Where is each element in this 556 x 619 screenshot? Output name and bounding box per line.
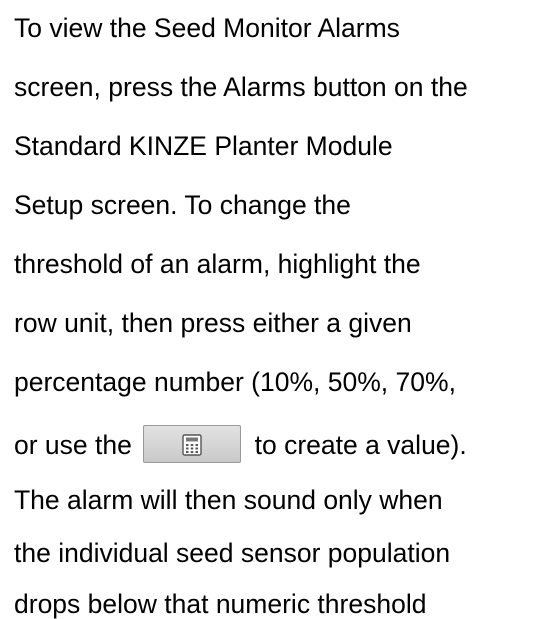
text-fragment: to create a value). [254, 430, 467, 460]
text-line: screen, press the Alarms button on the [14, 72, 468, 102]
text-line: The alarm will then sound only when [14, 485, 443, 515]
text-line-with-button: or use the to create a value). [14, 425, 467, 463]
text-line: percentage number (10%, 50%, 70%, [14, 367, 456, 397]
calculator-icon [182, 434, 202, 456]
text-line: To view the Seed Monitor Alarms [14, 13, 400, 43]
text-line: Setup screen. To change the [14, 190, 351, 220]
calculator-button[interactable] [143, 425, 242, 463]
text-line: threshold of an alarm, highlight the [14, 249, 421, 279]
text-fragment: or use the [14, 430, 132, 460]
text-line: Standard KINZE Planter Module [14, 131, 393, 161]
text-line: the individual seed sensor population [14, 538, 451, 568]
text-line: row unit, then press either a given [14, 308, 412, 338]
instruction-paragraph: To view the Seed Monitor Alarms screen, … [0, 0, 556, 619]
text-line: drops below that numeric threshold [14, 589, 427, 619]
